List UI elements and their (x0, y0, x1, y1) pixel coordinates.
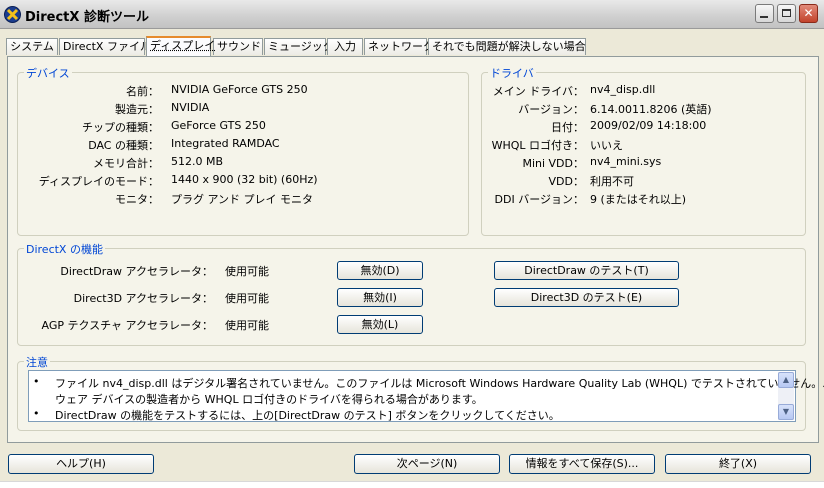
device-manufacturer-value: NVIDIA (171, 101, 210, 114)
directdraw-accel-label: DirectDraw アクセラレータ： (60, 265, 213, 278)
disable-direct3d-button[interactable]: 無効(I) (337, 288, 423, 307)
notes-scrollbar[interactable]: ▲ ▼ (778, 372, 794, 420)
monitor-label: モニタ： (115, 193, 159, 206)
maximize-button[interactable] (777, 4, 796, 23)
close-icon: ✕ (803, 6, 814, 20)
test-directdraw-button[interactable]: DirectDraw のテスト(T) (494, 261, 679, 280)
next-page-button[interactable]: 次ページ(N) (354, 454, 500, 474)
directdraw-accel-status: 使用可能 (225, 265, 269, 278)
mini-vdd-label: Mini VDD： (522, 157, 584, 170)
dac-type-label: DAC の種類： (88, 139, 159, 152)
exit-button[interactable]: 終了(X) (665, 454, 811, 474)
main-driver-label: メイン ドライバ： (492, 85, 584, 98)
test-direct3d-button[interactable]: Direct3D のテスト(E) (494, 288, 679, 307)
whql-logo-value: いいえ (590, 139, 623, 152)
tab-system[interactable]: システム (6, 38, 58, 55)
tab-sound[interactable]: サウンド (213, 38, 263, 55)
device-group: デバイス (17, 65, 469, 236)
tab-troubleshoot[interactable]: それでも問題が解決しない場合 (428, 38, 586, 55)
tab-display[interactable]: ディスプレイ (146, 36, 215, 56)
main-driver-value: nv4_disp.dll (590, 83, 656, 96)
chevron-down-icon: ▼ (782, 407, 790, 416)
notes-title: 注意 (24, 354, 50, 370)
device-name-label: 名前： (126, 85, 159, 98)
dxdiag-window: DirectX 診断ツール ✕ システム DirectX ファイル ディスプレイ… (0, 0, 824, 488)
driver-version-label: バージョン： (518, 103, 584, 116)
display-mode-value: 1440 x 900 (32 bit) (60Hz) (171, 173, 318, 186)
help-button[interactable]: ヘルプ(H) (8, 454, 154, 474)
memory-total-value: 512.0 MB (171, 155, 224, 168)
direct3d-accel-label: Direct3D アクセラレータ： (73, 292, 213, 305)
dac-type-value: Integrated RAMDAC (171, 137, 280, 150)
window-title: DirectX 診断ツール (25, 10, 149, 25)
title-bar[interactable]: DirectX 診断ツール ✕ (0, 0, 824, 29)
bullet: • (33, 407, 40, 420)
directx-features-title: DirectX の機能 (24, 241, 105, 257)
scroll-up-button[interactable]: ▲ (778, 372, 794, 388)
tab-input[interactable]: 入力 (327, 38, 363, 55)
tab-music[interactable]: ミュージック (264, 38, 334, 55)
device-group-title: デバイス (24, 65, 72, 81)
note-text: ファイル nv4_disp.dll はデジタル署名されていません。このファイルは… (55, 377, 824, 390)
driver-date-label: 日付： (551, 121, 584, 134)
close-button[interactable]: ✕ (799, 4, 818, 23)
device-manufacturer-label: 製造元： (115, 103, 159, 116)
driver-group-title: ドライバ (488, 65, 536, 81)
vdd-value: 利用不可 (590, 175, 634, 188)
notes-textbox[interactable]: • ファイル nv4_disp.dll はデジタル署名されていません。このファイ… (28, 370, 824, 422)
driver-version-value: 6.14.0011.8206 (英語) (590, 103, 712, 116)
memory-total-label: メモリ合計： (93, 157, 159, 170)
tab-directx-files[interactable]: DirectX ファイル (59, 38, 151, 55)
whql-logo-label: WHQL ロゴ付き： (491, 139, 584, 152)
agp-texture-accel-status: 使用可能 (225, 319, 269, 332)
chip-type-value: GeForce GTS 250 (171, 119, 266, 132)
tab-network[interactable]: ネットワーク (364, 38, 434, 55)
chevron-up-icon: ▲ (782, 375, 790, 384)
mini-vdd-value: nv4_mini.sys (590, 155, 662, 168)
direct3d-accel-status: 使用可能 (225, 292, 269, 305)
bullet: • (33, 375, 40, 388)
vdd-label: VDD： (548, 175, 584, 188)
disable-agp-button[interactable]: 無効(L) (337, 315, 423, 334)
disable-directdraw-button[interactable]: 無効(D) (337, 261, 423, 280)
agp-texture-accel-label: AGP テクスチャ アクセラレータ： (41, 319, 214, 332)
scroll-down-button[interactable]: ▼ (778, 404, 794, 420)
save-all-info-button[interactable]: 情報をすべて保存(S)... (509, 454, 655, 474)
note-text: DirectDraw の機能をテストするには、上の[DirectDraw のテス… (55, 409, 560, 422)
note-text: ウェア デバイスの製造者から WHQL ロゴ付きのドライバを得られる場合がありま… (55, 393, 483, 406)
monitor-value: プラグ アンド プレイ モニタ (171, 193, 314, 206)
ddi-version-value: 9 (またはそれ以上) (590, 193, 687, 206)
driver-date-value: 2009/02/09 14:18:00 (590, 119, 707, 132)
directx-icon (4, 6, 21, 23)
display-mode-label: ディスプレイのモード： (38, 175, 159, 188)
chip-type-label: チップの種類： (82, 121, 159, 134)
minimize-button[interactable] (755, 4, 774, 23)
device-name-value: NVIDIA GeForce GTS 250 (171, 83, 308, 96)
ddi-version-label: DDI バージョン： (494, 193, 584, 206)
